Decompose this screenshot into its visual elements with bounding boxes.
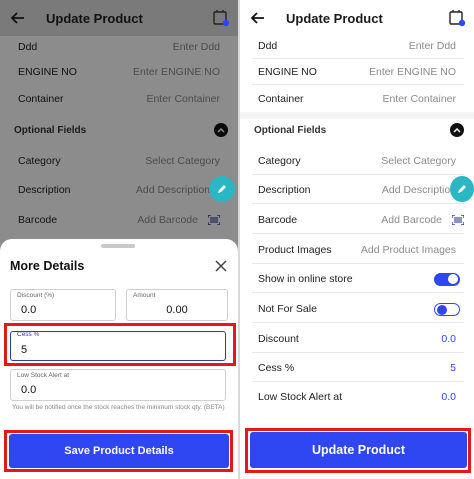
optional-fields-header[interactable]: Optional Fields [240,119,474,141]
row-divider [252,322,464,323]
sheet-title: More Details [10,259,85,273]
field-product-images[interactable]: Product Images Add Product Images [240,239,474,261]
app-header: Update Product [0,0,238,36]
row-divider [252,84,464,85]
discount-percent-field[interactable]: Discount (%) 0.0 [10,289,116,321]
row-divider [252,263,464,264]
close-icon[interactable] [214,259,228,273]
chevron-up-icon[interactable] [450,123,464,137]
drag-handle[interactable] [101,244,135,248]
inventory-settings-icon[interactable] [448,9,466,27]
pencil-icon [458,185,466,193]
field-container[interactable]: Container Enter Container [240,88,474,110]
left-screen: Update Product Ddd Enter Ddd ENGINE NO E… [0,0,238,479]
amount-field[interactable]: Amount 0.00 [126,289,228,321]
low-stock-help-text: You will be notified once the stock reac… [12,404,225,411]
field-category[interactable]: Category Select Category [240,150,474,172]
field-barcode[interactable]: Barcode Add Barcode [240,209,474,231]
cess-row[interactable]: Cess % 5 [240,357,474,379]
barcode-scan-icon[interactable] [452,215,464,225]
right-screen: Update Product Ddd Enter Ddd ENGINE NO E… [240,0,474,479]
row-divider [252,174,464,175]
field-ddd[interactable]: Ddd Enter Ddd [240,35,474,57]
update-product-button[interactable]: Update Product [250,432,467,468]
discount-row[interactable]: Discount 0.0 [240,328,474,350]
row-divider [252,233,464,234]
save-product-details-button[interactable]: Save Product Details [9,434,229,468]
edit-fab-button[interactable] [450,176,474,202]
page-title: Update Product [46,10,143,26]
field-description[interactable]: Description Add Description [240,179,474,201]
row-divider [252,58,464,59]
section-gap [240,112,474,119]
not-for-sale-row: Not For Sale [240,298,474,320]
inventory-settings-icon[interactable] [212,9,230,27]
row-divider [252,203,464,204]
pencil-icon [218,185,226,193]
row-divider [252,381,464,382]
show-online-store-toggle[interactable] [434,272,460,286]
edit-fab-button[interactable] [209,176,235,202]
low-stock-alert-field[interactable]: Low Stock Alert at 0.0 [10,369,226,401]
show-online-store-row: Show in online store [240,268,474,290]
cess-percent-field[interactable]: Cess % 5 [10,331,226,361]
app-header: Update Product [240,0,474,36]
not-for-sale-toggle[interactable] [434,302,460,316]
field-engine-no[interactable]: ENGINE NO Enter ENGINE NO [240,61,474,83]
back-arrow-icon[interactable] [10,10,26,26]
page-title: Update Product [286,10,383,26]
row-divider [252,352,464,353]
low-stock-row[interactable]: Low Stock Alert at 0.0 [240,386,474,408]
back-arrow-icon[interactable] [250,10,266,26]
row-divider [252,292,464,293]
